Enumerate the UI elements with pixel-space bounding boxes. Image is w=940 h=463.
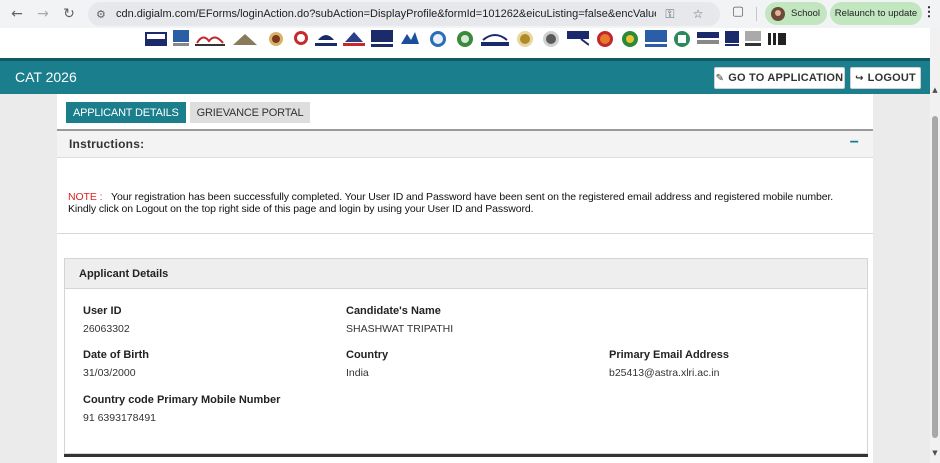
app-header: CAT 2026 ✎ GO TO APPLICATION ↪ LOGOUT xyxy=(0,58,930,94)
logout-label: LOGOUT xyxy=(867,72,916,84)
scroll-thumb[interactable] xyxy=(932,116,938,438)
profile-button[interactable]: School xyxy=(765,2,827,25)
note-text: Your registration has been successfully … xyxy=(68,191,834,215)
page-title: CAT 2026 xyxy=(15,69,77,85)
scroll-down-icon[interactable]: ▼ xyxy=(930,449,940,459)
forward-icon[interactable]: → xyxy=(30,1,56,27)
iim-bangalore-logo xyxy=(195,36,225,46)
country-field: Country India xyxy=(346,349,388,379)
go-to-application-label: GO TO APPLICATION xyxy=(728,72,844,84)
instructions-header[interactable]: Instructions: − xyxy=(57,129,873,158)
url-text[interactable]: cdn.digialm.com/EForms/loginAction.do?su… xyxy=(116,8,656,20)
site-info-icon[interactable]: ⚙ xyxy=(96,8,116,21)
iim-tiruchirappalli-logo xyxy=(674,31,690,47)
user-id-label: User ID xyxy=(83,305,122,317)
bottom-border xyxy=(64,454,868,457)
iim-kashipur-logo xyxy=(371,30,393,47)
bookmark-star-icon[interactable]: ☆ xyxy=(684,7,712,21)
candidate-name-field: Candidate's Name SHASHWAT TRIPATHI xyxy=(346,305,453,335)
extensions-icon[interactable]: ▢ xyxy=(728,4,748,24)
dob-value: 31/03/2000 xyxy=(83,367,136,379)
logout-button[interactable]: ↪ LOGOUT xyxy=(850,67,921,89)
go-to-application-button[interactable]: ✎ GO TO APPLICATION xyxy=(714,67,845,89)
registration-note: NOTE : Your registration has been succes… xyxy=(68,191,858,215)
back-icon[interactable]: ← xyxy=(4,1,30,27)
iim-calcutta-logo xyxy=(269,32,283,46)
iim-shillong-logo xyxy=(622,31,638,47)
dob-field: Date of Birth 31/03/2000 xyxy=(83,349,149,379)
mobile-value: 91 6393178491 xyxy=(83,412,156,424)
email-value: b25413@astra.xlri.ac.in xyxy=(609,367,720,379)
section-divider xyxy=(57,233,873,234)
iim-amritsar-logo xyxy=(173,30,189,46)
dob-label: Date of Birth xyxy=(83,349,149,361)
page-scrollbar[interactable]: ▲ ▼ xyxy=(930,28,940,463)
iim-sambalpur-logo xyxy=(597,31,613,47)
iim-kozhikode-logo xyxy=(401,32,419,44)
address-bar[interactable]: ⚙ cdn.digialm.com/EForms/loginAction.do?… xyxy=(88,2,720,26)
applicant-details-header: Applicant Details xyxy=(65,259,867,289)
relaunch-label: Relaunch to update xyxy=(834,8,918,19)
avatar xyxy=(771,6,785,21)
email-field: Primary Email Address b25413@astra.xlri.… xyxy=(609,349,729,379)
iim-raipur-logo xyxy=(517,31,533,47)
iim-bodh-logo xyxy=(745,31,761,46)
reload-icon[interactable]: ↻ xyxy=(56,1,82,27)
profile-label: School xyxy=(791,8,821,19)
user-id-field: User ID 26063302 xyxy=(83,305,130,335)
menu-icon[interactable]: ⋮ xyxy=(922,4,936,20)
candidate-name-value: SHASHWAT TRIPATHI xyxy=(346,323,454,335)
country-label: Country xyxy=(346,349,389,361)
note-label: NOTE : xyxy=(68,191,103,203)
iim-logo xyxy=(768,33,786,45)
scroll-up-icon[interactable]: ▲ xyxy=(930,86,940,96)
iim-visakhapatnam-logo xyxy=(725,31,739,46)
iim-bodhgaya-logo xyxy=(233,34,257,45)
applicant-details-card: Applicant Details User ID 26063302 Candi… xyxy=(64,258,868,454)
iim-rohtak-logo xyxy=(567,31,589,46)
email-label: Primary Email Address xyxy=(609,349,730,361)
country-value: India xyxy=(346,367,369,379)
iim-udaipur-logo xyxy=(697,32,719,44)
applicant-details-title: Applicant Details xyxy=(79,268,169,280)
user-id-value: 26063302 xyxy=(83,323,130,335)
iim-lucknow-logo xyxy=(430,31,446,47)
toolbar-divider xyxy=(756,7,757,21)
iim-ahmedabad-logo xyxy=(145,32,167,46)
iim-guwahati-logo xyxy=(315,35,337,46)
iim-mumbai-logo xyxy=(457,31,473,47)
tab-grievance-portal[interactable]: GRIEVANCE PORTAL xyxy=(189,102,311,123)
iim-nagpur-logo xyxy=(481,34,509,46)
tab-bar: APPLICANT DETAILS GRIEVANCE PORTAL xyxy=(66,102,311,123)
iim-jammu-logo xyxy=(343,32,365,46)
mobile-label: Country code Primary Mobile Number xyxy=(83,394,281,406)
relaunch-button[interactable]: Relaunch to update xyxy=(830,2,922,25)
sign-out-icon: ↪ xyxy=(855,72,864,84)
main-panel: APPLICANT DETAILS GRIEVANCE PORTAL Instr… xyxy=(57,94,873,463)
candidate-name-label: Candidate's Name xyxy=(346,305,441,317)
instructions-title: Instructions: xyxy=(69,137,145,151)
password-key-icon[interactable]: ⚿ xyxy=(656,7,684,22)
tab-applicant-details[interactable]: APPLICANT DETAILS xyxy=(66,102,186,123)
iim-sirmaur-logo xyxy=(645,30,667,47)
mobile-field: Country code Primary Mobile Number 91 63… xyxy=(83,394,280,424)
iim-logos-strip xyxy=(0,28,930,58)
iim-indore-logo xyxy=(294,31,308,45)
edit-icon: ✎ xyxy=(715,72,725,84)
collapse-icon[interactable]: − xyxy=(850,134,859,152)
iim-ranchi-logo xyxy=(543,31,559,47)
